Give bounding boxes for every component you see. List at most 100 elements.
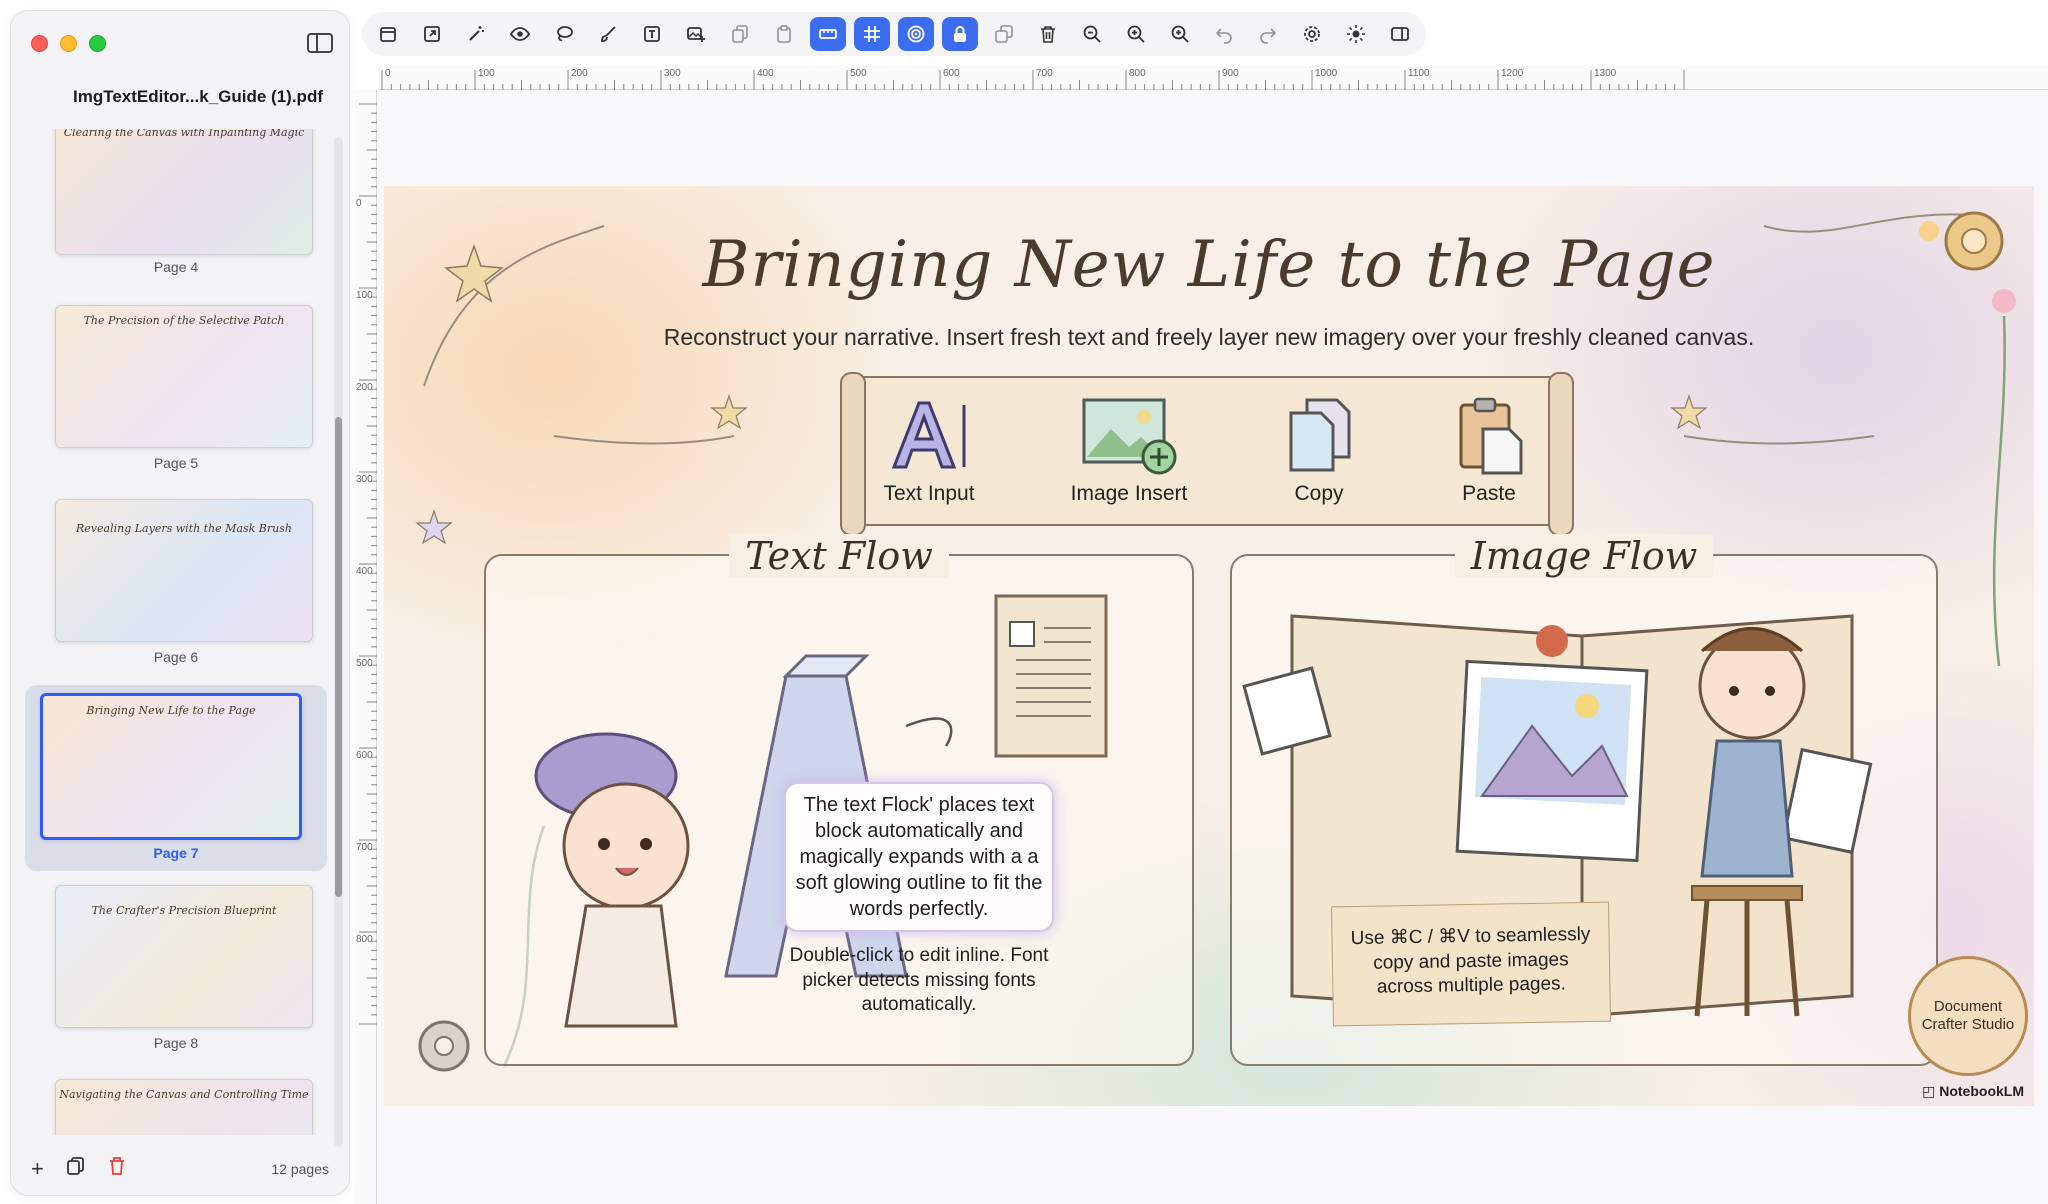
text-input-icon <box>854 392 1004 478</box>
zoom-fit-icon[interactable] <box>1162 17 1198 51</box>
ruler-tick-label: 400 <box>757 68 774 79</box>
page-thumbnail-8[interactable]: The Crafter's Precision Blueprint Page 8 <box>25 885 327 1065</box>
window-controls <box>31 35 106 52</box>
ruler-tick-label: 500 <box>356 658 373 669</box>
sidebar-footer: + 12 pages <box>11 1143 349 1195</box>
add-page-icon[interactable]: + <box>31 1156 44 1182</box>
tool-label: Copy <box>1294 482 1344 505</box>
ruler-tick-label: 400 <box>356 566 373 577</box>
ruler-tick-label: 300 <box>664 68 681 79</box>
tools-scroll-banner: Text Input Image Insert Copy Paste <box>840 372 1574 536</box>
page-thumbnail-5[interactable]: The Precision of the Selective Patch Pag… <box>25 305 327 485</box>
slide-title[interactable]: Bringing New Life to the Page <box>384 228 2034 302</box>
image-flow-note[interactable]: Use ⌘C / ⌘V to seamlessly copy and paste… <box>1330 901 1612 1027</box>
minimize-window-button[interactable] <box>60 35 77 52</box>
zoom-window-button[interactable] <box>89 35 106 52</box>
ruler-tick-label: 0 <box>356 198 362 209</box>
magic-wand-icon[interactable] <box>458 17 494 51</box>
thumbnail-label: Page 8 <box>153 1035 199 1051</box>
lasso-icon[interactable] <box>546 17 582 51</box>
text-flow-note[interactable]: Double-click to edit inline. Font picker… <box>784 944 1054 1018</box>
vertical-ruler: 0 100 200 300 400 500 600 700 800 <box>355 90 377 1204</box>
copy-doc-icon <box>1244 392 1394 478</box>
scrollbar-thumb[interactable] <box>335 417 342 897</box>
image-add-icon[interactable] <box>678 17 714 51</box>
document-crafter-seal: Document Crafter Studio <box>1908 956 2028 1076</box>
ruler-tick-label: 600 <box>943 68 960 79</box>
thumbnail-title: The Precision of the Selective Patch <box>83 314 285 327</box>
duplicate-icon[interactable] <box>986 17 1022 51</box>
ruler-icon[interactable] <box>810 17 846 51</box>
ruler-tick-label: 200 <box>571 68 588 79</box>
sidebar-scrollbar[interactable] <box>334 137 343 1147</box>
page-thumbnail-image: The Crafter's Precision Blueprint <box>55 885 313 1028</box>
thumbnail-label: Page 5 <box>153 455 199 471</box>
eye-icon[interactable] <box>502 17 538 51</box>
paste-tool: Paste <box>1414 392 1564 506</box>
thumbnail-title: The Crafter's Precision Blueprint <box>91 904 277 917</box>
text-icon[interactable] <box>634 17 670 51</box>
sidebar-toggle-icon[interactable] <box>307 33 333 53</box>
page-count: 12 pages <box>271 1161 329 1177</box>
image-insert-tool: Image Insert <box>1044 392 1214 506</box>
ruler-tick-label: 200 <box>356 382 373 393</box>
page-thumbnail-image: Navigating the Canvas and Controlling Ti… <box>55 1079 313 1135</box>
ruler-tick-label: 800 <box>1129 68 1146 79</box>
zoom-in-icon[interactable] <box>1118 17 1154 51</box>
page-thumbnail-6[interactable]: Revealing Layers with the Mask Brush Pag… <box>25 499 327 679</box>
page-thumbnail-9[interactable]: Navigating the Canvas and Controlling Ti… <box>25 1079 327 1135</box>
sidebar: ImgTextEditor...k_Guide (1).pdf Clearing… <box>10 10 350 1196</box>
target-icon[interactable] <box>898 17 934 51</box>
thumbnail-title: Bringing New Life to the Page <box>86 704 256 717</box>
text-flow-callout[interactable]: The text Flock' places text block automa… <box>784 782 1054 932</box>
redo-icon[interactable] <box>1250 17 1286 51</box>
ruler-tick-label: 700 <box>356 842 373 853</box>
page-thumbnail-image: Bringing New Life to the Page <box>40 693 302 840</box>
duplicate-page-icon[interactable] <box>66 1156 86 1182</box>
page-slide[interactable]: Bringing New Life to the Page Reconstruc… <box>384 186 2034 1106</box>
ruler-tick-label: 1300 <box>1594 68 1617 79</box>
horizontal-ruler: 0 100 200 300 400 500 600 700 800 900 1000 1100 1200… <box>378 66 2048 90</box>
page-thumbnail-4[interactable]: Clearing the Canvas with Inpainting Magi… <box>25 129 327 287</box>
export-icon[interactable] <box>414 17 450 51</box>
trash-icon[interactable] <box>1030 17 1066 51</box>
document-title: ImgTextEditor...k_Guide (1).pdf <box>73 87 323 106</box>
grid-icon[interactable] <box>854 17 890 51</box>
close-window-button[interactable] <box>31 35 48 52</box>
ruler-tick-label: 100 <box>478 68 495 79</box>
select-icon[interactable] <box>370 17 406 51</box>
tool-label: Paste <box>1462 482 1516 505</box>
settings-icon[interactable] <box>1294 17 1330 51</box>
ruler-tick-label: 1200 <box>1501 68 1524 79</box>
zoom-out-icon[interactable] <box>1074 17 1110 51</box>
page-thumbnail-image: The Precision of the Selective Patch <box>55 305 313 448</box>
panel-icon[interactable] <box>1382 17 1418 51</box>
ruler-tick-label: 300 <box>356 474 373 485</box>
brand-text: NotebookLM <box>1939 1083 2024 1099</box>
ruler-tick-label: 600 <box>356 750 373 761</box>
thumbnail-label: Page 6 <box>153 649 199 665</box>
main-toolbar <box>362 12 1426 56</box>
page-thumbnail-7[interactable]: Bringing New Life to the Page Page 7 <box>25 685 327 871</box>
brightness-icon[interactable] <box>1338 17 1374 51</box>
ruler-tick-label: 500 <box>850 68 867 79</box>
ruler-tick-label: 0 <box>385 68 391 79</box>
paste-icon[interactable] <box>766 17 802 51</box>
ruler-tick-label: 1000 <box>1315 68 1338 79</box>
image-insert-icon <box>1044 392 1214 478</box>
thumbnail-label: Page 7 <box>153 845 199 861</box>
clipboard-icon <box>1414 392 1564 478</box>
text-input-tool: Text Input <box>854 392 1004 506</box>
page-thumbnail-image: Clearing the Canvas with Inpainting Magi… <box>55 129 313 255</box>
ruler-tick-label: 1100 <box>1408 68 1430 79</box>
thumbnail-title: Clearing the Canvas with Inpainting Magi… <box>63 129 305 139</box>
brush-icon[interactable] <box>590 17 626 51</box>
tool-label: Image Insert <box>1070 482 1188 505</box>
undo-icon[interactable] <box>1206 17 1242 51</box>
lock-icon[interactable] <box>942 17 978 51</box>
slide-subtitle[interactable]: Reconstruct your narrative. Insert fresh… <box>384 324 2034 351</box>
notebooklm-brand: ◰ NotebookLM <box>1922 1083 2024 1099</box>
delete-page-icon[interactable] <box>108 1156 126 1182</box>
copy-icon[interactable] <box>722 17 758 51</box>
tool-label: Text Input <box>883 482 975 505</box>
